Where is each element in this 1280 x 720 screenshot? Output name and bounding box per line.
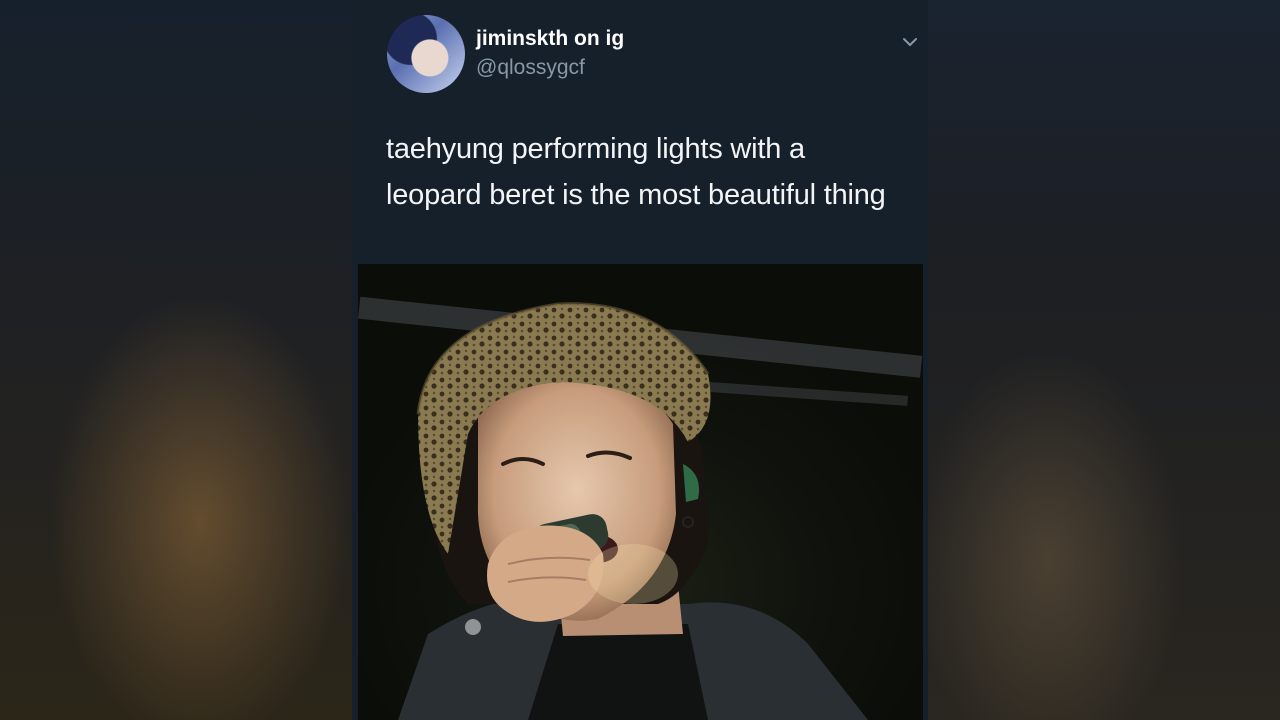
blurred-backdrop-right: [928, 0, 1280, 720]
display-name[interactable]: jiminskth on ig: [476, 27, 624, 51]
performer-photo: [358, 296, 923, 720]
tweet-card: jiminskth on ig @qlossygcf taehyung perf…: [352, 0, 928, 720]
tweet-text: taehyung performing lights with a leopar…: [386, 133, 886, 211]
blurred-backdrop-left: [0, 0, 352, 720]
chevron-down-icon[interactable]: [901, 33, 919, 51]
user-handle[interactable]: @qlossygcf: [476, 56, 585, 80]
tweet-photo[interactable]: [358, 264, 923, 720]
avatar[interactable]: [387, 15, 465, 93]
